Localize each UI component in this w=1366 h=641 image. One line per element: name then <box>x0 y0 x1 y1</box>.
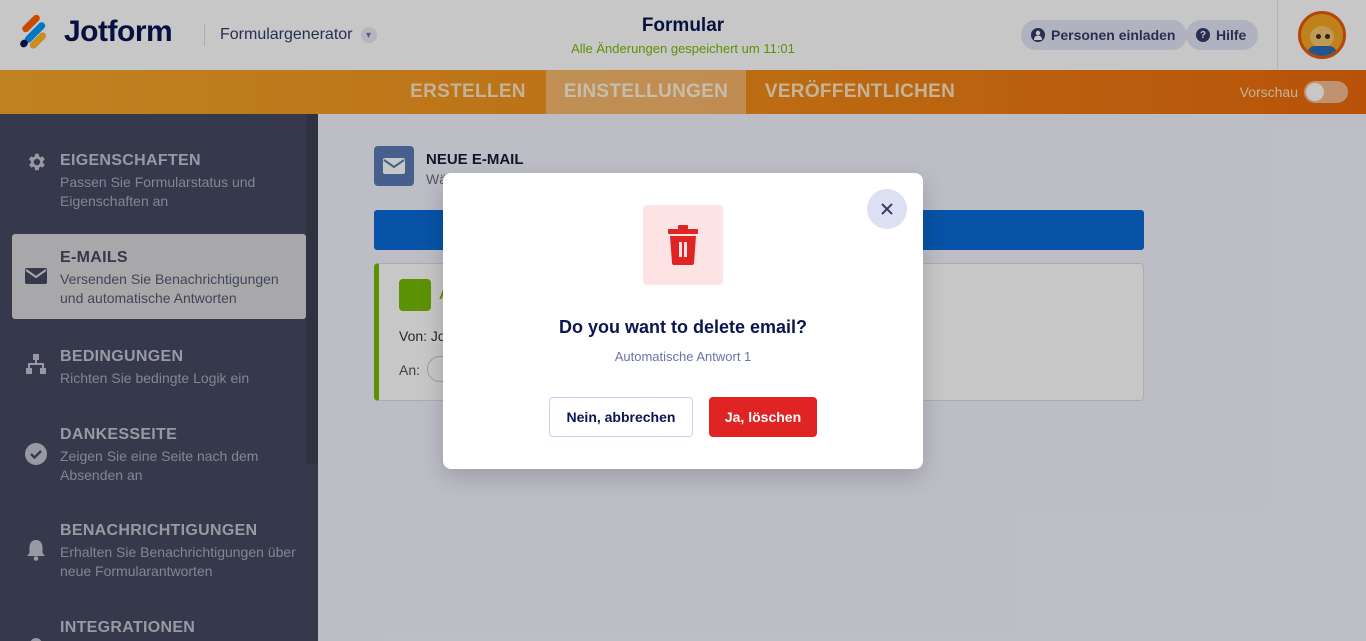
confirm-delete-button[interactable]: Ja, löschen <box>709 397 817 437</box>
trash-icon-container <box>643 205 723 285</box>
cancel-button[interactable]: Nein, abbrechen <box>549 397 693 437</box>
dialog-title: Do you want to delete email? <box>558 317 808 337</box>
close-icon[interactable] <box>867 189 907 229</box>
dialog-subtitle: Automatische Antwort 1 <box>614 349 752 364</box>
trash-icon <box>668 225 698 265</box>
delete-email-dialog: Do you want to delete email? Automatisch… <box>443 173 923 469</box>
